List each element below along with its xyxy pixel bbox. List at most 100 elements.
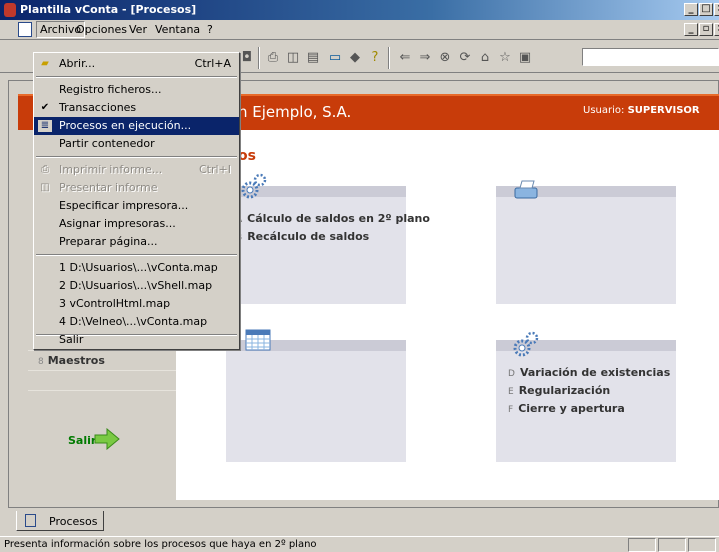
title-bar: Plantilla vConta - [Procesos] _ □ × [0,0,719,20]
back-icon[interactable]: ⇐ [398,51,412,65]
process-card [226,186,406,304]
status-text: Presenta información sobre los procesos … [4,539,317,550]
menu-item-recent-2[interactable]: 2 D:\Usuarios\...\vShell.map [34,277,239,295]
nav-item-maestros[interactable]: 8 Maestros [38,354,105,367]
mdi-minimize-button[interactable]: _ [684,23,698,36]
exit-button[interactable]: Salir [68,434,96,447]
menu-item-label: Imprimir informe... [59,163,163,176]
maximize-button[interactable]: □ [699,3,713,16]
history-icon[interactable]: ▣ [518,51,532,65]
section-title: os [238,148,256,164]
menu-item-especificar[interactable]: Especificar impresora... [34,197,239,215]
calendar-card [226,340,406,462]
process-link[interactable]: F Cierre y apertura [508,402,625,415]
menu-item-preparar[interactable]: Preparar página... [34,233,239,251]
preview-icon[interactable]: ◫ [286,51,300,65]
document-icon[interactable] [18,22,32,37]
process-link[interactable]: D Variación de existencias [508,366,670,379]
mdi-close-button[interactable]: × [714,23,719,36]
menu-item-recent-4[interactable]: 4 D:\Velneo\...\vConta.map [34,313,239,331]
menu-item-procesos[interactable]: ≣ Procesos en ejecución... [34,117,239,135]
menu-item-transacciones[interactable]: ✔ Transacciones [34,99,239,117]
window-icon[interactable]: ▭ [328,51,342,65]
closing-card [496,340,676,462]
print-icon: ⎙ [41,164,49,175]
toolbar-open-icon[interactable]: ◘ [240,51,254,65]
menu-item-recent-1[interactable]: 1 D:\Usuarios\...\vConta.map [34,259,239,277]
archivo-dropdown: ▰ Abrir... Ctrl+A Registro ficheros... ✔… [33,52,240,350]
status-panel [658,538,686,552]
print-icon[interactable]: ⎙ [266,51,280,65]
menu-item-label: Salir [59,333,84,346]
mdi-restore-button[interactable]: ▫ [699,23,713,36]
preview-icon: ◫ [40,182,50,193]
tag-icon[interactable]: ◆ [348,51,362,65]
menu-item-partir[interactable]: Partir contenedor [34,135,239,153]
menu-item-label: Abrir... [59,57,96,70]
menu-item-imprimir: ⎙ Imprimir informe... Ctrl+I [34,161,239,179]
link-label: Regularización [518,384,611,397]
arrow-right-icon[interactable] [94,428,120,450]
toolbar-separator [258,47,260,69]
menu-item-label: Transacciones [59,101,137,114]
favorites-icon[interactable]: ☆ [498,51,512,65]
gears-icon [513,331,539,357]
address-input[interactable] [582,48,719,66]
menu-ventana[interactable]: Ventana [155,23,200,36]
processes-icon: ≣ [38,120,52,132]
help-icon[interactable]: ? [368,51,382,65]
link-letter: E [508,387,514,397]
process-link[interactable]: ACálculo de saldos en 2º plano [236,212,430,225]
menu-item-label: Presentar informe [59,181,158,194]
link-label: Variación de existencias [519,366,671,379]
menu-help[interactable]: ? [207,23,213,36]
forward-icon[interactable]: ⇒ [418,51,432,65]
link-label: Cierre y apertura [518,402,625,415]
link-letter: F [508,405,514,415]
status-panel [628,538,656,552]
left-row [28,390,176,410]
stop-icon[interactable]: ⊗ [438,51,452,65]
link-letter: D [508,369,515,379]
menu-item-label: Procesos en ejecución... [59,119,192,132]
nav-item-letter: 8 [38,357,44,367]
tab-procesos[interactable]: Procesos [16,511,104,531]
refresh-icon[interactable]: ⟳ [458,51,472,65]
menu-item-salir[interactable]: Salir [34,331,239,349]
link-label: Recálculo de saldos [247,230,370,243]
printer-card [496,186,676,304]
menu-separator [36,76,237,78]
minimize-button[interactable]: _ [684,3,698,16]
menu-item-open[interactable]: ▰ Abrir... Ctrl+A [34,55,239,73]
window-title: Plantilla vConta - [Procesos] [20,3,197,16]
user-label: Usuario: [583,105,625,116]
gears-icon [241,173,267,199]
menu-separator [36,254,237,256]
process-link[interactable]: BRecálculo de saldos [236,230,369,243]
close-button[interactable]: × [714,3,719,16]
menu-item-shortcut: Ctrl+A [194,57,231,70]
link-label: Cálculo de saldos en 2º plano [247,212,430,225]
page-setup-icon[interactable]: ▤ [306,51,320,65]
nav-item-label: Maestros [47,354,105,367]
menu-bar: Archivo Opciones Ver Ventana ? _ ▫ × [0,20,719,40]
calendar-icon [245,329,271,351]
menu-item-presentar: ◫ Presentar informe [34,179,239,197]
menu-separator [36,156,237,158]
menu-item-registro[interactable]: Registro ficheros... [34,81,239,99]
menu-ver[interactable]: Ver [129,23,147,36]
process-link[interactable]: E Regularización [508,384,610,397]
user-name: SUPERVISOR [627,105,700,116]
user-indicator: Usuario: SUPERVISOR [583,105,700,116]
check-icon: ✔ [40,102,50,113]
folder-icon: ▰ [41,58,49,69]
printer-icon [514,180,538,199]
home-icon[interactable]: ⌂ [478,51,492,65]
status-panel [688,538,716,552]
app-icon [4,3,16,17]
menu-opciones[interactable]: Opciones [76,23,127,36]
menu-item-recent-3[interactable]: 3 vControlHtml.map [34,295,239,313]
company-name: n Ejemplo, S.A. [238,103,352,121]
document-icon [25,514,36,527]
menu-item-asignar[interactable]: Asignar impresoras... [34,215,239,233]
